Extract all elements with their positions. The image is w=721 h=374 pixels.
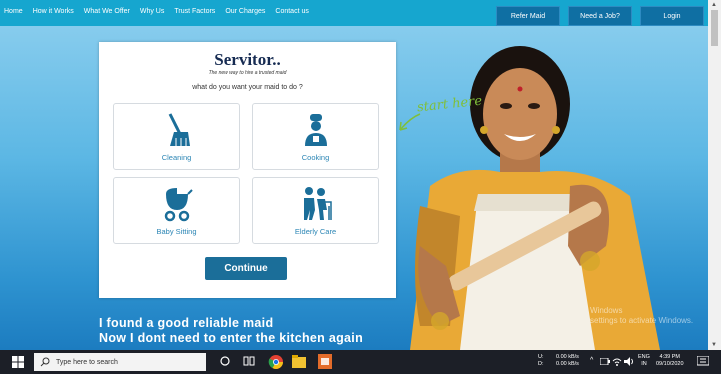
- network-speed-values: 0.00 kB/s 0.00 kB/s: [556, 354, 579, 368]
- caption-line-2: Now I dont need to enter the kitchen aga…: [99, 331, 364, 345]
- continue-button[interactable]: Continue: [205, 257, 287, 280]
- clock[interactable]: 4:39 PM 09/10/2020: [656, 354, 684, 368]
- taskbar-search-box[interactable]: Type here to search: [34, 353, 206, 371]
- watermark-line-2: settings to activate Windows.: [590, 316, 694, 325]
- scrollbar-thumb[interactable]: [711, 10, 718, 46]
- option-cleaning[interactable]: Cleaning: [113, 103, 240, 170]
- nav-contact-us-link[interactable]: Contact us: [275, 8, 308, 15]
- nav-our-charges-link[interactable]: Our Charges: [225, 8, 265, 15]
- login-button[interactable]: Login: [640, 6, 704, 26]
- need-a-job-button[interactable]: Need a Job?: [568, 6, 632, 26]
- option-baby-sitting[interactable]: Baby Sitting: [113, 177, 240, 244]
- upload-label: U:: [538, 354, 544, 360]
- nav-why-us-link[interactable]: Why Us: [140, 8, 165, 15]
- language-indicator[interactable]: ENG IN: [638, 354, 650, 368]
- nav-home-link[interactable]: Home: [4, 8, 23, 15]
- woman-illustration: [410, 46, 660, 350]
- caption-line-1: I found a good reliable maid: [99, 316, 274, 330]
- option-baby-sitting-label: Baby Sitting: [156, 227, 197, 236]
- app-icon[interactable]: [318, 354, 332, 369]
- main-nav: Home How it Works What We Offer Why Us T…: [4, 8, 309, 15]
- nav-what-we-offer-link[interactable]: What We Offer: [84, 8, 130, 15]
- file-explorer-icon[interactable]: [292, 355, 306, 368]
- arrow-icon: [399, 113, 421, 131]
- chef-icon: [304, 114, 327, 146]
- task-view-icon[interactable]: [243, 356, 255, 366]
- cortana-icon[interactable]: [220, 356, 230, 366]
- broom-icon: [168, 113, 190, 146]
- nav-trust-factors-link[interactable]: Trust Factors: [174, 8, 215, 15]
- taskbar-search-placeholder: Type here to search: [56, 358, 118, 366]
- clock-date: 09/10/2020: [656, 361, 684, 367]
- search-icon: [40, 357, 50, 367]
- chrome-icon[interactable]: [268, 354, 284, 370]
- watermark-line-1: Windows: [590, 306, 623, 315]
- activate-windows-watermark: Windows settings to activate Windows.: [590, 306, 693, 326]
- notification-icon[interactable]: [697, 356, 709, 367]
- option-cooking-label: Cooking: [301, 153, 330, 162]
- refer-maid-button[interactable]: Refer Maid: [496, 6, 560, 26]
- tray-chevron-icon[interactable]: ^: [590, 357, 593, 364]
- maid-selection-card: Servitor.. The new way to hire a trusted…: [99, 42, 396, 298]
- volume-icon[interactable]: [624, 357, 634, 366]
- vertical-scrollbar[interactable]: ▲ ▼: [708, 0, 721, 350]
- clock-time: 4:39 PM: [659, 354, 680, 360]
- windows-start-icon[interactable]: [12, 356, 24, 368]
- page: Home How it Works What We Offer Why Us T…: [0, 0, 708, 350]
- baby-stroller-icon: [164, 188, 193, 222]
- battery-icon[interactable]: [600, 358, 610, 365]
- brand-title: Servitor..: [214, 50, 281, 69]
- upload-speed: 0.00 kB/s: [556, 354, 579, 360]
- option-cooking[interactable]: Cooking: [252, 103, 379, 170]
- region-code: IN: [641, 361, 647, 367]
- elderly-care-icon: [303, 187, 332, 220]
- option-elderly-care-label: Elderly Care: [294, 227, 337, 236]
- wifi-icon[interactable]: [612, 357, 622, 366]
- option-elderly-care[interactable]: Elderly Care: [252, 177, 379, 244]
- brand-tagline: The new way to hire a trusted maid: [208, 70, 287, 76]
- windows-taskbar: Type here to search U: D: 0.00 kB/s 0.00…: [0, 350, 721, 374]
- network-speed-labels: U: D:: [538, 354, 544, 368]
- task-question: what do you want your maid to do ?: [192, 84, 303, 91]
- scroll-down-arrow-icon[interactable]: ▼: [711, 342, 717, 348]
- option-cleaning-label: Cleaning: [161, 153, 192, 162]
- scroll-up-arrow-icon[interactable]: ▲: [711, 2, 717, 8]
- download-speed: 0.00 kB/s: [556, 361, 579, 367]
- download-label: D:: [538, 361, 544, 367]
- nav-how-it-works-link[interactable]: How it Works: [33, 8, 74, 15]
- language-code: ENG: [638, 354, 650, 360]
- testimonial-caption: I found a good reliable maid Now I dont …: [99, 316, 363, 346]
